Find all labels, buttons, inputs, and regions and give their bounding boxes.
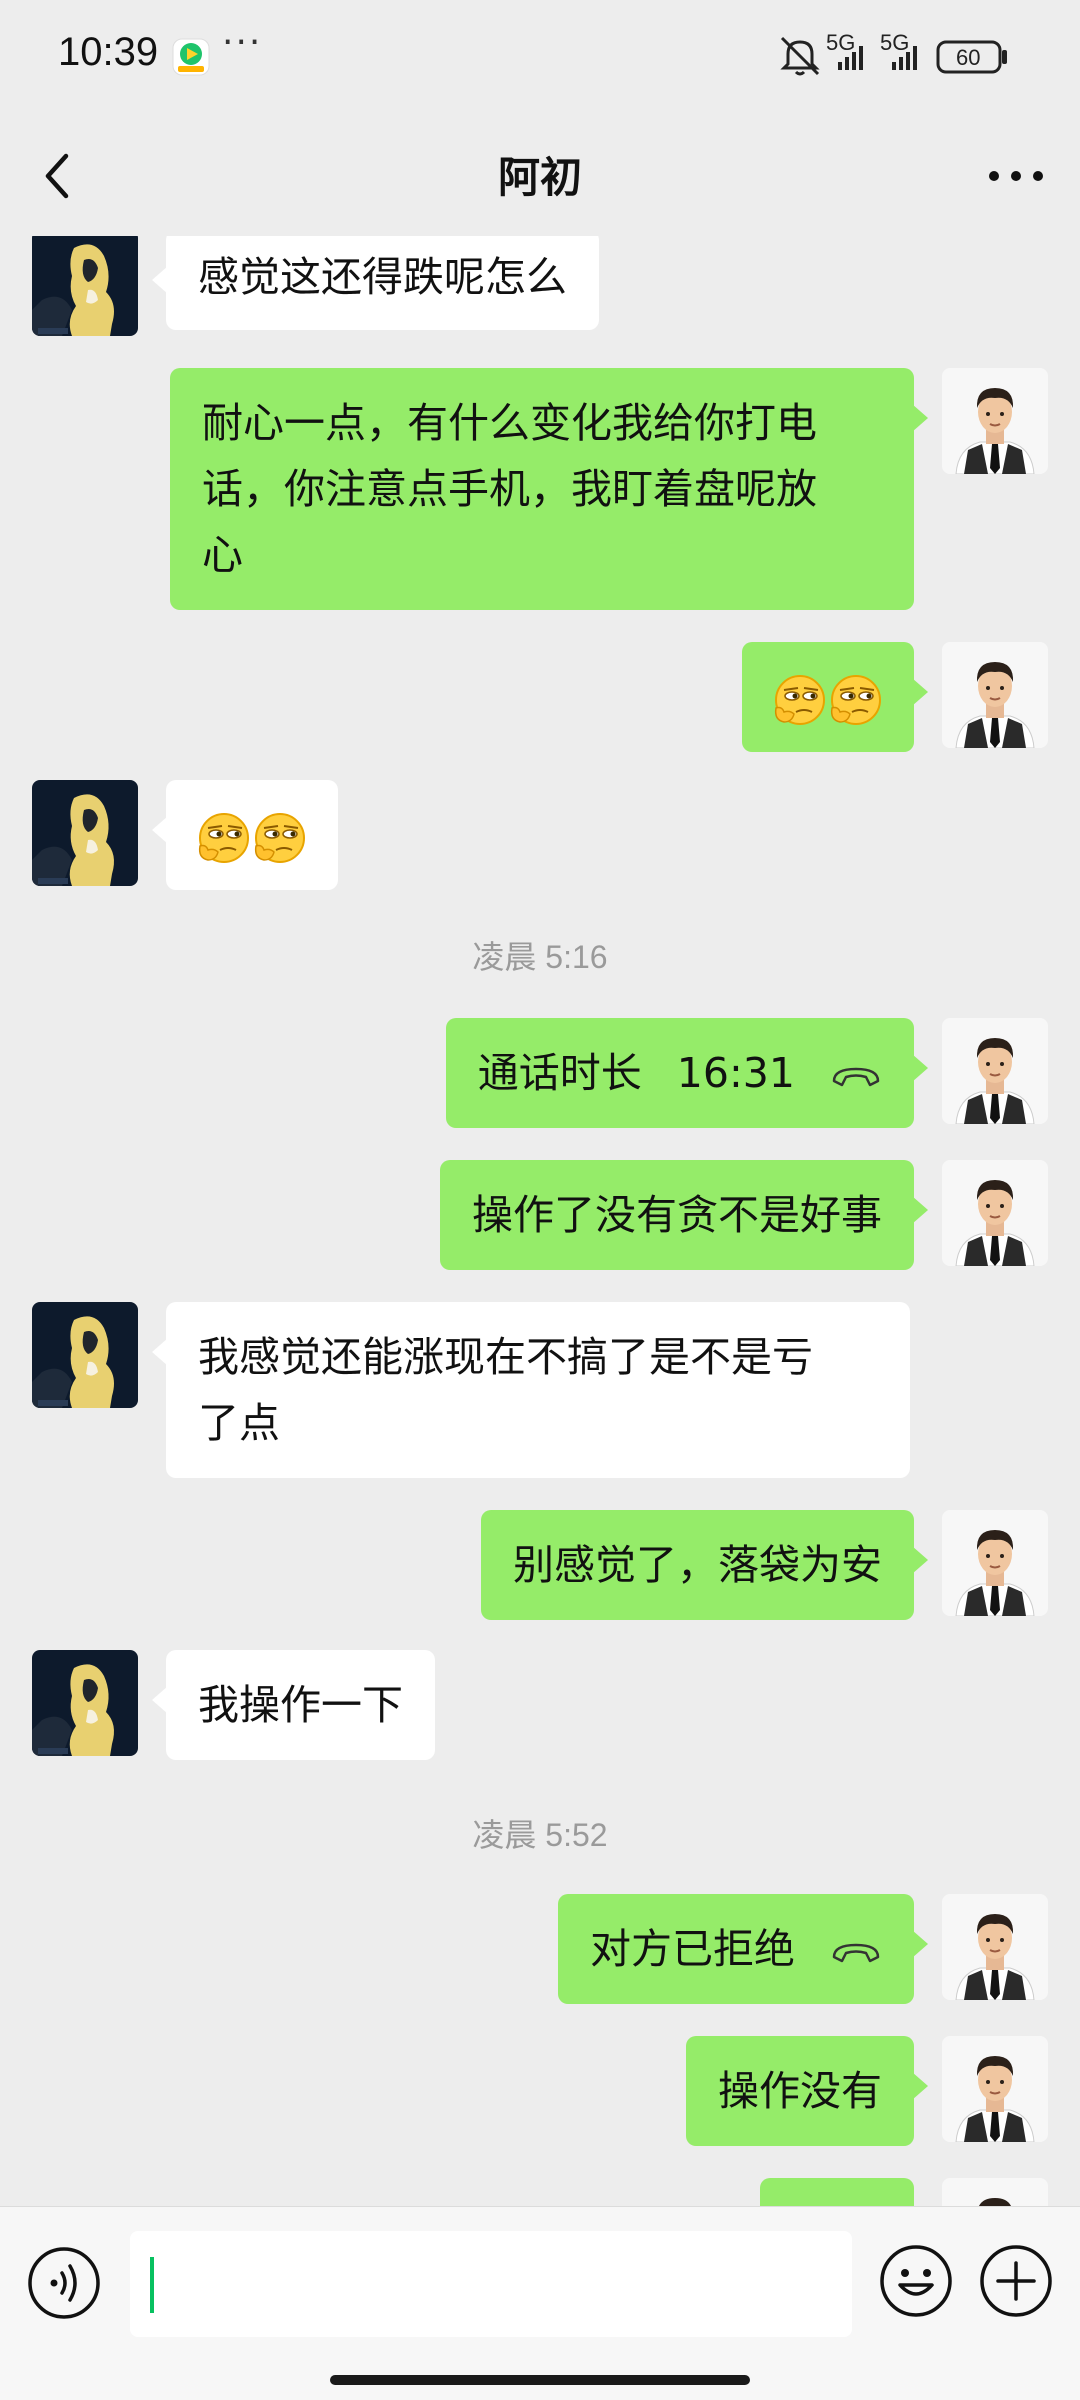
contact-avatar[interactable] <box>32 1302 138 1408</box>
home-indicator[interactable] <box>330 2375 750 2385</box>
battery-level: 60 <box>956 45 980 70</box>
message-text-line: 耐心一点，有什么变化我给你打电 <box>202 399 817 447</box>
mute-bell-icon <box>780 36 820 76</box>
emoji-icon[interactable] <box>878 2243 954 2319</box>
status-time: 10:39 <box>58 30 159 74</box>
network-1: 5G <box>826 34 855 55</box>
call-label: 对方已拒绝 <box>589 1925 795 1973</box>
status-more-icon: ··· <box>222 22 263 63</box>
my-avatar[interactable] <box>942 368 1048 474</box>
voice-icon[interactable] <box>26 2245 102 2321</box>
call-record-bubble[interactable]: 通话时长 16:31 <box>445 1018 929 1128</box>
message-text-line: 我感觉还能涨现在不搞了是不是亏 <box>198 1333 813 1381</box>
my-avatar[interactable] <box>942 2178 1048 2206</box>
call-icon <box>830 1937 882 1967</box>
message-bubble-outgoing[interactable]: 操作了没有贪不是好事 <box>440 1160 928 1270</box>
message-text-line: 心 <box>202 531 243 579</box>
smirk-emoji-icon <box>198 813 305 863</box>
call-icon <box>830 1061 882 1091</box>
input-bar <box>0 2206 1080 2400</box>
message-bubble-outgoing[interactable]: 操作没有 <box>686 2036 928 2146</box>
message-text-line: 了点 <box>198 1399 280 1447</box>
message-bubble-outgoing[interactable]: 别感觉了，落袋为安 <box>481 1510 928 1620</box>
video-app-icon <box>172 38 210 76</box>
message-bubble-incoming[interactable] <box>152 780 338 890</box>
message-timestamp: 凌晨 5:52 <box>472 1817 608 1853</box>
message-bubble-outgoing[interactable] <box>742 642 928 752</box>
message-text: 感觉这还得跌呢怎么 <box>198 253 567 301</box>
message-text: 我操作一下 <box>198 1681 403 1729</box>
smirk-emoji-icon <box>774 675 881 725</box>
message-text: 操作没有 <box>718 2067 882 2115</box>
plus-icon[interactable] <box>978 2243 1054 2319</box>
text-caret <box>150 2257 154 2313</box>
my-avatar[interactable] <box>942 642 1048 748</box>
message-bubble-incoming[interactable]: 感觉这还得跌呢怎么 <box>152 236 599 330</box>
chat-title: 阿初 <box>497 153 582 202</box>
contact-avatar[interactable] <box>32 236 138 336</box>
message-bubble-incoming[interactable]: 我感觉还能涨现在不搞了是不是亏 了点 <box>152 1302 910 1478</box>
my-avatar[interactable] <box>942 2036 1048 2142</box>
message-bubble-incoming[interactable]: 我操作一下 <box>152 1650 435 1760</box>
call-label: 通话时长 <box>477 1049 642 1097</box>
signal-battery-icon: 5G 5G 60 <box>780 34 1007 76</box>
message-timestamp: 凌晨 5:16 <box>472 939 608 975</box>
my-avatar[interactable] <box>942 1160 1048 1266</box>
contact-avatar[interactable] <box>32 780 138 886</box>
message-input[interactable] <box>130 2231 852 2337</box>
my-avatar[interactable] <box>942 1510 1048 1616</box>
network-2: 5G <box>880 34 909 55</box>
message-text: 别感觉了，落袋为安 <box>513 1541 882 1589</box>
message-bubble-outgoing[interactable] <box>760 2178 914 2206</box>
chat-message-list[interactable]: 感觉这还得跌呢怎么 耐心一点，有什么变化我给你打电 话，你注意点手机，我盯着盘呢… <box>0 236 1080 2206</box>
my-avatar[interactable] <box>942 1018 1048 1124</box>
nav-bar: 阿初 <box>0 118 1080 236</box>
call-duration: 16:31 <box>676 1049 795 1097</box>
call-record-bubble[interactable]: 对方已拒绝 <box>557 1894 929 2004</box>
message-text-line: 话，你注意点手机，我盯着盘呢放 <box>202 465 817 513</box>
message-text: 操作了没有贪不是好事 <box>472 1191 882 1239</box>
message-bubble-outgoing[interactable]: 耐心一点，有什么变化我给你打电 话，你注意点手机，我盯着盘呢放 心 <box>170 368 928 610</box>
status-indicators: 5G 5G 60 <box>780 34 1040 78</box>
more-icon[interactable] <box>980 146 1052 206</box>
contact-avatar[interactable] <box>32 1650 138 1756</box>
my-avatar[interactable] <box>942 1894 1048 2000</box>
status-bar: 10:39 ··· 5G 5G 60 <box>0 0 1080 118</box>
